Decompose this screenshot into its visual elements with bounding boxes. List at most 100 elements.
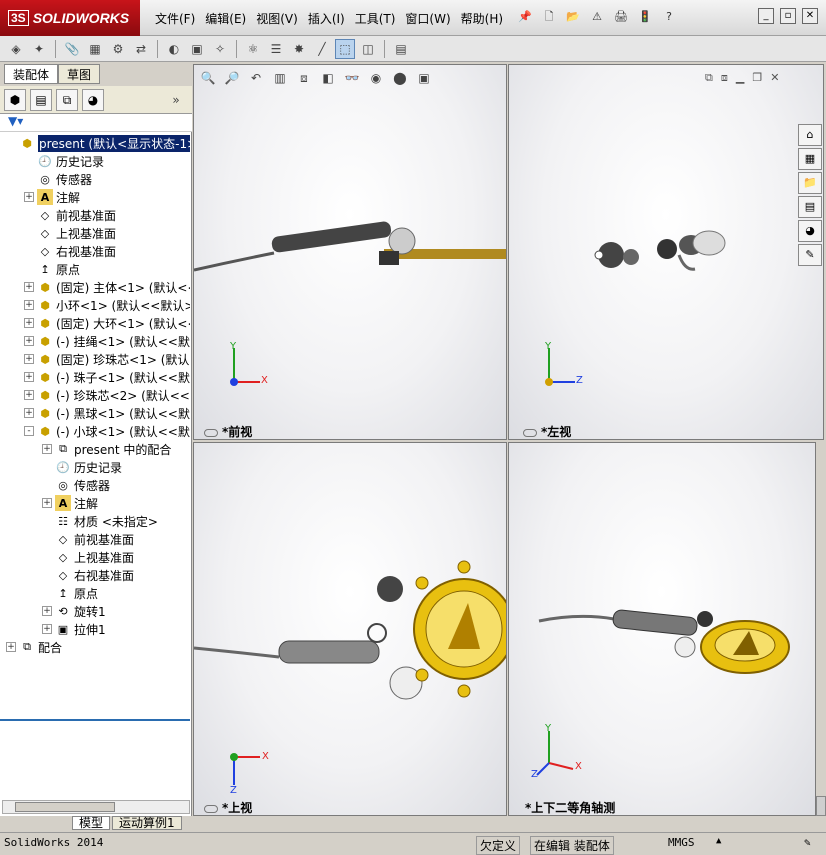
tree-node[interactable]: + ⬢ (固定) 珍珠芯<1> (默认<< [24,350,190,368]
solidworks-resources-icon[interactable]: ⌂ [798,124,822,146]
help-icon[interactable]: ? [660,8,678,26]
print-icon[interactable]: 🖨 [612,8,630,26]
tree-toggle-icon[interactable]: + [42,444,52,454]
mate-icon[interactable]: 📎 [62,39,82,59]
tree-toggle-icon[interactable]: - [24,426,34,436]
link-views-icon[interactable] [204,428,218,437]
feature-manager-icon[interactable]: ⬢ [4,88,26,111]
tree-node[interactable]: ◇ 右视基准面 [24,242,116,260]
tree-node[interactable]: ☷ 材质 <未指定> [42,512,158,530]
tab-sketch[interactable]: 草图 [58,64,101,84]
menu-help[interactable]: 帮助(H) [456,10,508,27]
pin-icon[interactable]: 📌 [516,8,534,26]
tree-node[interactable]: ◎ 传感器 [24,170,92,188]
tree-node[interactable]: + ⬢ (-) 珠子<1> (默认<<默认>_ [24,368,190,386]
menu-view[interactable]: 视图(V) [251,10,303,27]
tree-toggle-icon[interactable]: + [24,300,34,310]
status-units[interactable]: MMGS [668,836,695,849]
appearances-scenes-icon[interactable]: ◕ [798,220,822,242]
linear-pattern-icon[interactable]: ▦ [85,39,105,59]
tab-assembly[interactable]: 装配体 [4,64,59,84]
tree-toggle-icon[interactable]: + [24,318,34,328]
explode-line-sketch-icon[interactable]: ╱ [312,39,332,59]
viewport-left[interactable]: Y Z *左视 ⧉ ⧈ ▁ ❐ ✕ [508,64,824,440]
rebuild-icon[interactable]: ⚠ [588,8,606,26]
edit-appearance-icon[interactable]: ◉ [366,68,386,88]
new-document-icon[interactable]: 🗋 [540,8,558,26]
previous-view-icon[interactable]: ↶ [246,68,266,88]
filter-icon[interactable]: ▼▾ [0,114,192,132]
design-library-icon[interactable]: ▦ [798,148,822,170]
menu-tools[interactable]: 工具(T) [350,10,401,27]
tree-node[interactable]: + A 注解 [24,188,80,206]
tree-node[interactable]: ◇ 前视基准面 [24,206,116,224]
tree-node[interactable]: + ⬢ (固定) 主体<1> (默认<<默认 [24,278,190,296]
section-view-icon[interactable]: ▥ [270,68,290,88]
property-manager-icon[interactable]: ▤ [30,88,52,111]
tree-toggle-icon[interactable]: + [42,606,52,616]
interference-detection-icon[interactable]: ⬚ [335,38,355,59]
viewport-minimize-icon[interactable]: ▁ [736,71,744,85]
tree-toggle-icon[interactable]: + [24,408,34,418]
tree-toggle-icon[interactable]: + [24,336,34,346]
tree-node[interactable]: 🕘 历史记录 [42,458,122,476]
tree-toggle-icon[interactable]: + [42,498,52,508]
tree-node[interactable]: + ⬢ 小环<1> (默认<<默认>_显示 [24,296,190,314]
viewport-scrollbar[interactable] [816,796,826,816]
show-hidden-icon[interactable]: ◐ [164,39,184,59]
tree-node[interactable]: ◇ 右视基准面 [42,566,134,584]
exploded-view-icon[interactable]: ✸ [289,39,309,59]
tree-node[interactable]: + ⟲ 旋转1 [42,602,106,620]
tree-node[interactable]: ◎ 传感器 [42,476,110,494]
solidworks-logo[interactable]: 3S SOLIDWORKS [0,0,140,36]
zoom-to-area-icon[interactable]: 🔎 [222,68,242,88]
tree-toggle-icon[interactable]: + [24,192,34,202]
view-settings-icon[interactable]: ▣ [414,68,434,88]
bill-of-materials-icon[interactable]: ☰ [266,39,286,59]
tree-toggle-icon[interactable]: + [42,624,52,634]
tree-toggle-icon[interactable]: + [24,354,34,364]
link-viewports-icon[interactable]: ⧉ [705,71,713,85]
viewport-front[interactable]: Y X *前视 [193,64,507,440]
units-dropdown-icon[interactable]: ▲ [716,836,721,846]
link-views-icon[interactable] [204,804,218,813]
tab-model[interactable]: 模型 [72,816,111,830]
close-button[interactable]: ✕ [802,8,818,24]
view-palette-icon[interactable]: ▤ [798,196,822,218]
tree-toggle-icon[interactable]: + [6,642,16,652]
file-explorer-icon[interactable]: 📁 [798,172,822,194]
tree-node[interactable]: ↥ 原点 [42,584,98,602]
tree-toggle-icon[interactable]: + [24,282,34,292]
menu-window[interactable]: 窗口(W) [400,10,455,27]
reference-geometry-icon[interactable]: ✧ [210,39,230,59]
viewport-close-icon[interactable]: ✕ [770,71,779,85]
tree-node[interactable]: + ⧉ present 中的配合 [42,440,171,458]
new-part-icon[interactable]: ✦ [29,39,49,59]
scrollbar-thumb[interactable] [15,802,115,812]
tree-node[interactable]: 🕘 历史记录 [24,152,104,170]
tree-node[interactable]: + ⧉ 配合 [6,638,62,656]
custom-properties-icon[interactable]: ✎ [798,244,822,266]
tree-toggle-icon[interactable]: + [24,372,34,382]
tree-rollback-bar[interactable] [0,719,190,721]
rebuild-status-icon[interactable]: ✎ [804,836,811,849]
tree-node[interactable]: ◇ 上视基准面 [24,224,116,242]
tree-node[interactable]: + ⬢ (固定) 大环<1> (默认<<默认 [24,314,190,332]
tree-node[interactable]: + A 注解 [42,494,98,512]
tree-node[interactable]: ⬢ present (默认<显示状态-1>) [6,134,190,152]
tree-node[interactable]: + ⬢ (-) 珍珠芯<2> (默认<<默认 [24,386,190,404]
traffic-light-icon[interactable]: 🚦 [636,8,654,26]
unlink-viewports-icon[interactable]: ⧈ [721,71,728,85]
move-component-icon[interactable]: ⇄ [131,39,151,59]
smart-fasteners-icon[interactable]: ⚙ [108,39,128,59]
tree-node[interactable]: + ▣ 拉伸1 [42,620,106,638]
tree-node[interactable]: + ⬢ (-) 黑球<1> (默认<<默认>_ [24,404,190,422]
tree-node[interactable]: -⬢ (-) 小球<1> (默认<<默认>_ [24,422,190,440]
viewport-isometric[interactable]: Y X Z *上下二等角轴测 [508,442,816,816]
hide-show-items-icon[interactable]: 👓 [342,68,362,88]
display-style-icon[interactable]: ◧ [318,68,338,88]
viewport-restore-icon[interactable]: ❐ [752,71,762,85]
tab-motion-study[interactable]: 运动算例1 [112,816,182,830]
menu-edit[interactable]: 编辑(E) [200,10,251,27]
new-motion-study-icon[interactable]: ⚛ [243,39,263,59]
